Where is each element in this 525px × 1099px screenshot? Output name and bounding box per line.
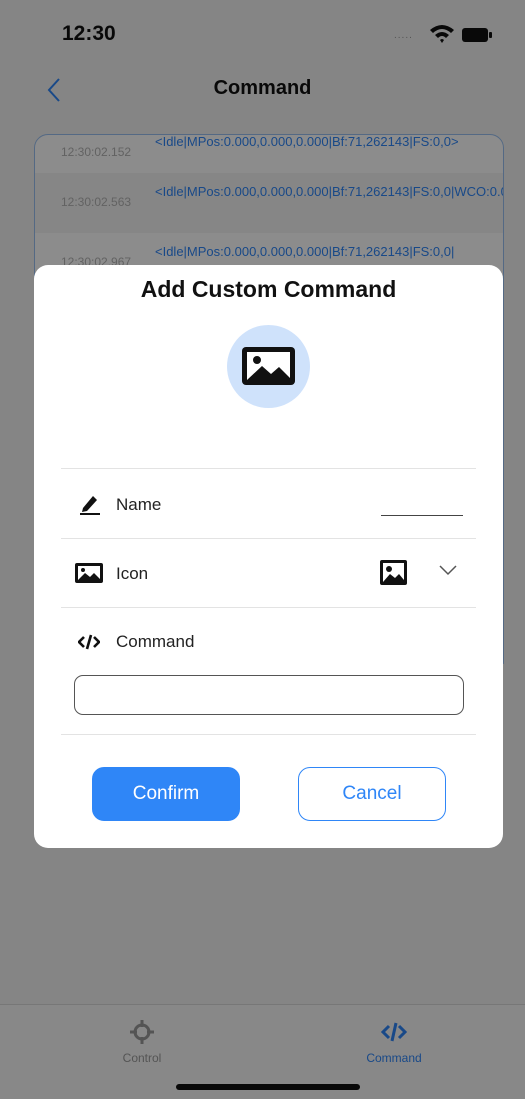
name-input[interactable]	[381, 515, 463, 516]
code-icon	[78, 634, 100, 650]
confirm-button[interactable]: Confirm	[92, 767, 240, 821]
icon-label: Icon	[116, 564, 149, 583]
name-label: Name	[116, 495, 162, 514]
command-label: Command	[116, 632, 195, 651]
image-icon	[242, 347, 295, 385]
dialog-title: Add Custom Command	[140, 276, 397, 302]
image-icon	[380, 560, 407, 585]
image-icon	[75, 563, 103, 583]
divider	[61, 734, 476, 735]
pencil-icon	[80, 496, 100, 515]
command-input[interactable]	[74, 675, 464, 715]
divider	[61, 468, 476, 469]
add-custom-command-dialog: Add Custom Command Name Icon Command Con…	[34, 265, 503, 848]
chevron-down-icon[interactable]	[438, 563, 458, 577]
divider	[61, 607, 476, 608]
icon-preview	[227, 325, 310, 408]
divider	[61, 538, 476, 539]
command-screen: 12:30 ..... Command 12:30:02.152 <Idle|M…	[0, 0, 525, 1099]
cancel-button[interactable]: Cancel	[298, 767, 446, 821]
